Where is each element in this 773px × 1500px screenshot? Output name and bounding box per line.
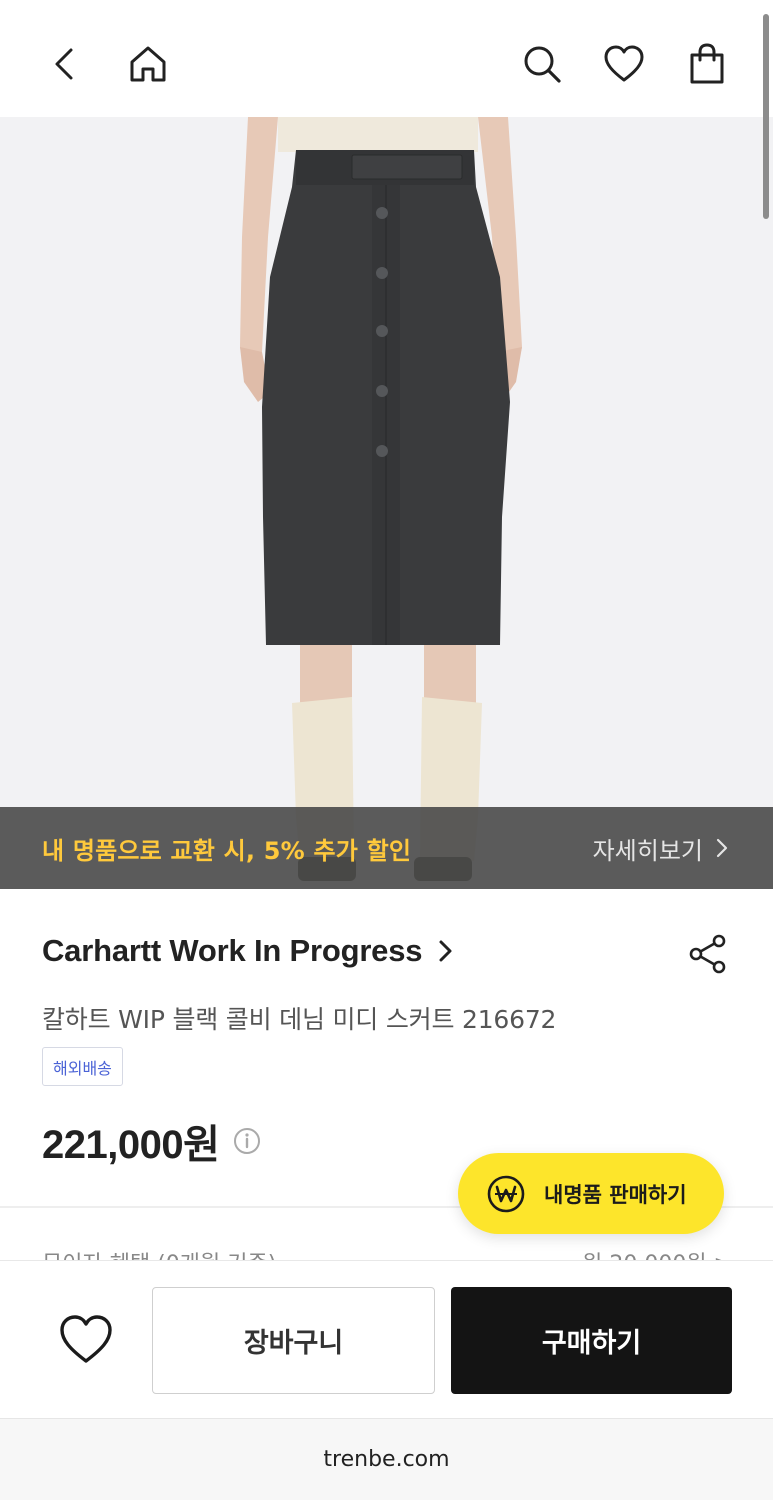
promo-text: 내 명품으로 교환 시, 5% 추가 할인 [42,836,412,865]
bottom-action-bar: 장바구니 구매하기 [0,1260,773,1418]
chevron-right-icon [439,940,452,962]
browser-url-bar[interactable]: trenbe.com [0,1418,773,1500]
add-to-cart-button[interactable]: 장바구니 [152,1287,435,1394]
heart-icon [604,45,644,82]
price-row: 221,000원 [42,1112,261,1170]
overseas-shipping-badge: 해외배송 [42,1047,123,1086]
search-icon [524,46,561,83]
sell-my-luxury-button[interactable]: 내명품 판매하기 [458,1153,724,1234]
won-coin-icon [487,1175,525,1212]
buy-now-button[interactable]: 구매하기 [451,1287,732,1394]
benefit-row-peek[interactable]: 무이자 혜택 (0개월 기준) 원 20,000원 > [42,1236,732,1260]
site-domain: trenbe.com [323,1447,450,1472]
chevron-left-icon [55,48,73,80]
top-navigation-bar [0,0,773,117]
like-heart-icon[interactable] [56,1311,116,1367]
product-image[interactable] [0,117,773,889]
brand-name: Carhartt Work In Progress [42,933,423,968]
info-icon[interactable] [233,1127,261,1155]
promo-more-link[interactable]: 자세히보기 [593,831,731,866]
shopping-bag-button[interactable] [681,38,733,90]
skirt-product-photo [0,117,773,889]
product-price: 221,000원 [42,1123,220,1167]
back-button[interactable] [40,38,92,90]
promo-more-label: 자세히보기 [592,836,703,865]
page-scrollbar[interactable] [763,14,769,219]
benefit-label: 무이자 혜택 (0개월 기준) [42,1246,276,1260]
home-icon [130,46,166,82]
product-name: 칼하트 WIP 블랙 콜비 데님 미디 스커트 216672 [42,1005,557,1034]
search-button[interactable] [516,38,568,90]
benefit-value: 원 20,000원 > [582,1246,732,1260]
exchange-discount-banner[interactable]: 내 명품으로 교환 시, 5% 추가 할인 자세히보기 [0,807,773,889]
share-icon[interactable] [686,932,730,976]
wishlist-button[interactable] [598,38,650,90]
shopping-bag-icon [690,43,724,84]
home-button[interactable] [122,38,174,90]
brand-link[interactable]: Carhartt Work In Progress [42,933,456,969]
sell-button-label: 내명품 판매하기 [544,1182,687,1207]
chevron-right-icon [716,838,728,858]
